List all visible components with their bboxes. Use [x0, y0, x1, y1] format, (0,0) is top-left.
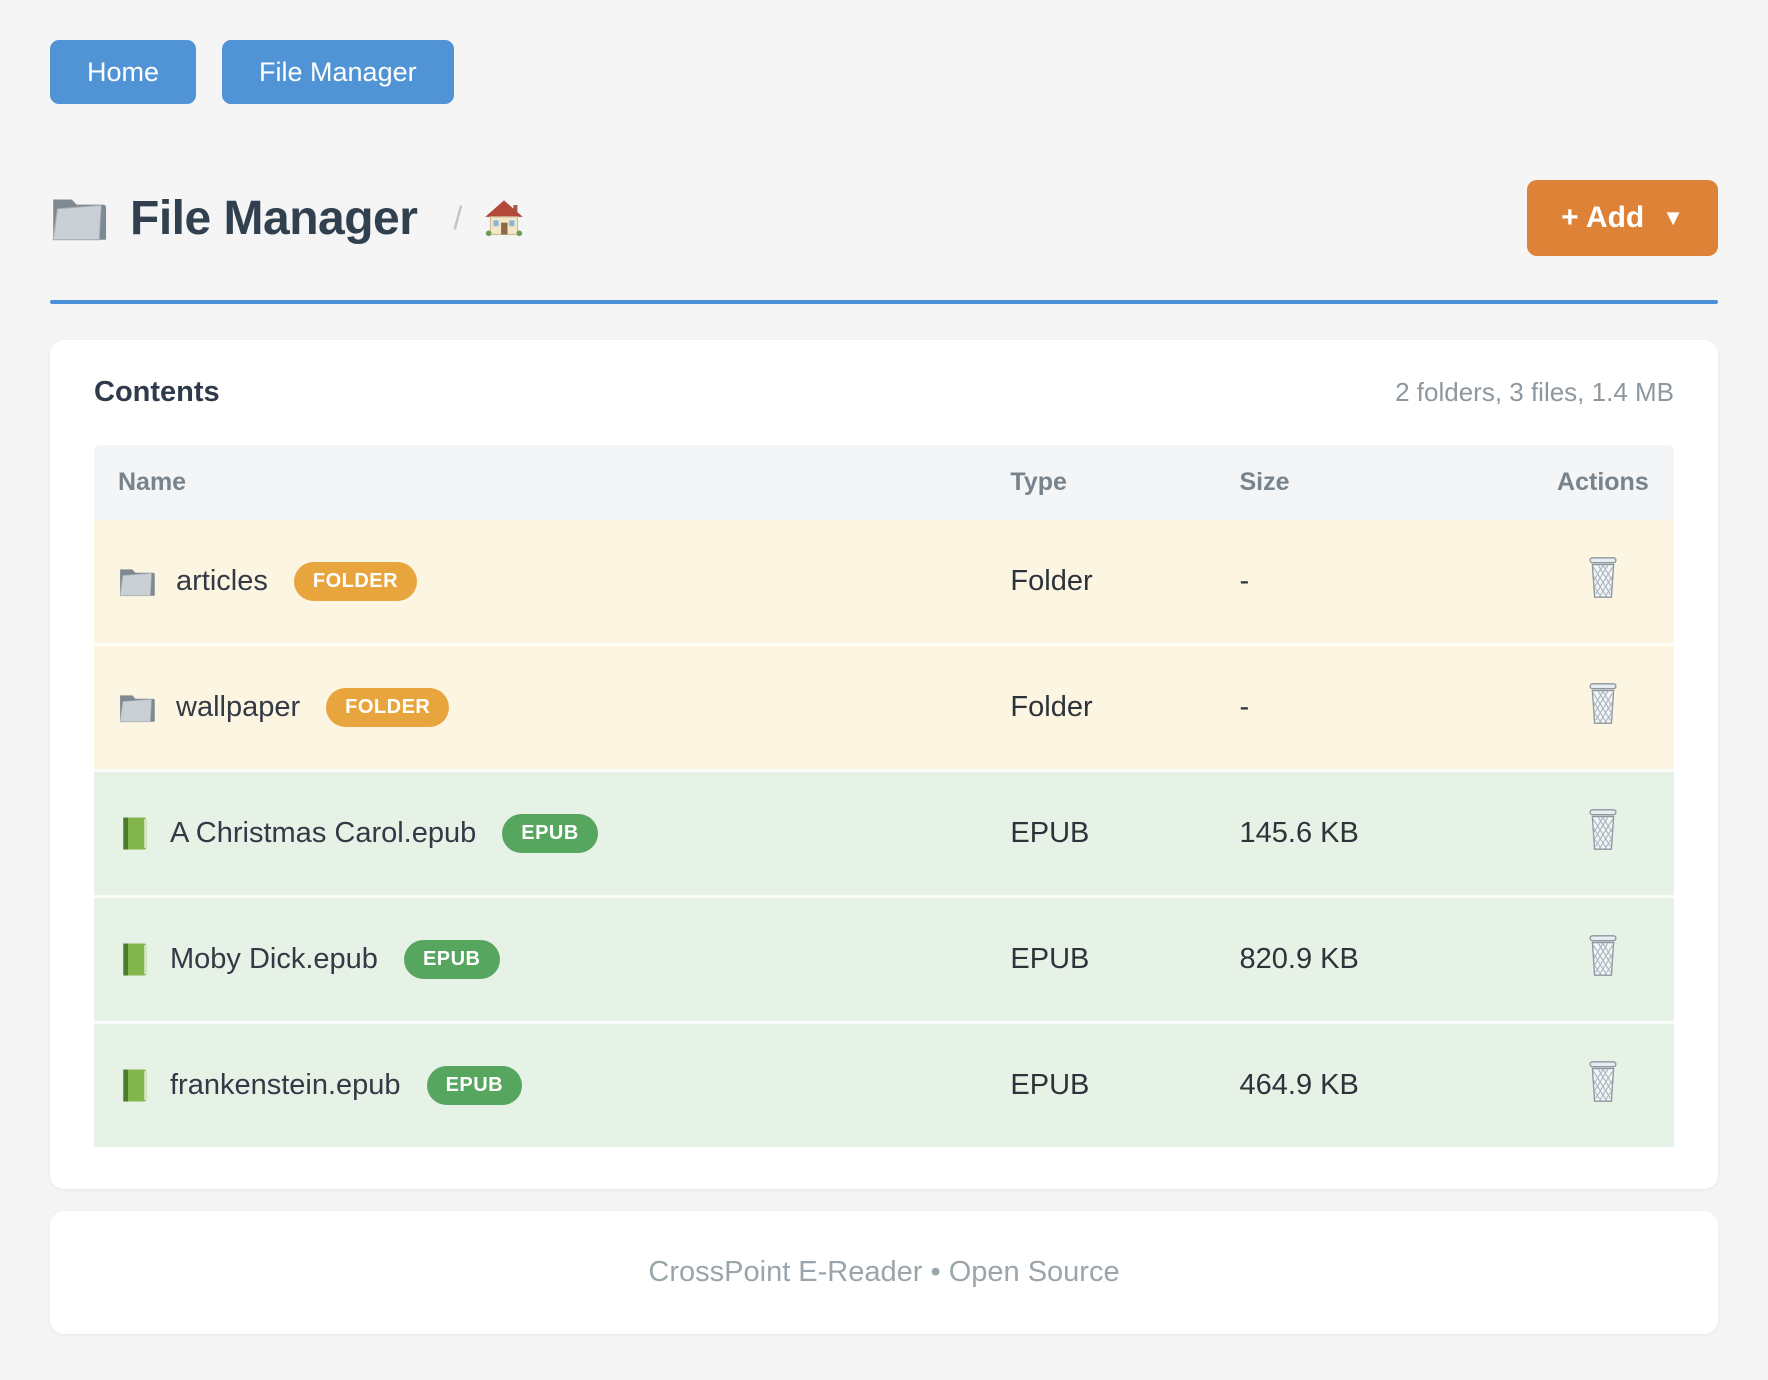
- type-badge: EPUB: [404, 940, 500, 979]
- add-button[interactable]: + Add ▼: [1527, 180, 1718, 256]
- trash-icon: [1584, 555, 1622, 600]
- type-badge: FOLDER: [326, 688, 449, 727]
- file-size: -: [1240, 643, 1532, 769]
- file-type: Folder: [1010, 643, 1239, 769]
- title-divider: [50, 300, 1718, 304]
- page: Home File Manager File Manager /: [0, 0, 1768, 1334]
- contents-summary: 2 folders, 3 files, 1.4 MB: [1395, 377, 1674, 408]
- file-size: 145.6 KB: [1240, 769, 1532, 895]
- title-group: File Manager /: [50, 191, 524, 246]
- book-icon: [118, 1067, 150, 1104]
- delete-button[interactable]: [1584, 807, 1622, 852]
- add-button-label: + Add: [1561, 201, 1644, 235]
- file-name-link[interactable]: Moby Dick.epub: [170, 943, 378, 976]
- top-nav: Home File Manager: [50, 40, 1718, 104]
- file-size: 464.9 KB: [1240, 1021, 1532, 1147]
- trash-icon: [1584, 1059, 1622, 1104]
- book-icon: [118, 815, 150, 852]
- table-row[interactable]: frankenstein.epub EPUB EPUB 464.9 KB: [94, 1021, 1674, 1147]
- book-icon: [118, 941, 150, 978]
- files-table: Name Type Size Actions articles FOLDER F: [94, 445, 1674, 1147]
- table-header-row: Name Type Size Actions: [94, 445, 1674, 520]
- file-size: 820.9 KB: [1240, 895, 1532, 1021]
- contents-card: Contents 2 folders, 3 files, 1.4 MB Name…: [50, 340, 1718, 1189]
- table-row[interactable]: A Christmas Carol.epub EPUB EPUB 145.6 K…: [94, 769, 1674, 895]
- file-name-link[interactable]: A Christmas Carol.epub: [170, 817, 476, 850]
- delete-button[interactable]: [1584, 1059, 1622, 1104]
- folder-icon: [118, 565, 156, 598]
- delete-button[interactable]: [1584, 933, 1622, 978]
- breadcrumb-separator: /: [453, 200, 462, 237]
- column-header-type: Type: [1010, 445, 1239, 520]
- file-size: -: [1240, 520, 1532, 643]
- file-name-link[interactable]: articles: [176, 565, 268, 598]
- column-header-name: Name: [94, 445, 1010, 520]
- type-badge: EPUB: [427, 1066, 523, 1105]
- table-row[interactable]: wallpaper FOLDER Folder -: [94, 643, 1674, 769]
- column-header-actions: Actions: [1532, 445, 1674, 520]
- trash-icon: [1584, 681, 1622, 726]
- delete-button[interactable]: [1584, 681, 1622, 726]
- footer-text: CrossPoint E-Reader • Open Source: [648, 1256, 1119, 1288]
- page-header: File Manager / + Add ▼: [50, 180, 1718, 256]
- file-type: EPUB: [1010, 769, 1239, 895]
- file-name-link[interactable]: frankenstein.epub: [170, 1069, 401, 1102]
- card-header: Contents 2 folders, 3 files, 1.4 MB: [94, 376, 1674, 409]
- file-type: EPUB: [1010, 1021, 1239, 1147]
- delete-button[interactable]: [1584, 555, 1622, 600]
- house-icon[interactable]: [484, 198, 524, 238]
- trash-icon: [1584, 807, 1622, 852]
- type-badge: EPUB: [502, 814, 598, 853]
- column-header-size: Size: [1240, 445, 1532, 520]
- trash-icon: [1584, 933, 1622, 978]
- file-type: EPUB: [1010, 895, 1239, 1021]
- table-row[interactable]: articles FOLDER Folder -: [94, 520, 1674, 643]
- card-title: Contents: [94, 376, 220, 409]
- chevron-down-icon: ▼: [1662, 205, 1684, 231]
- file-name-link[interactable]: wallpaper: [176, 691, 300, 724]
- page-title: File Manager: [130, 191, 417, 246]
- folder-icon: [118, 691, 156, 724]
- table-row[interactable]: Moby Dick.epub EPUB EPUB 820.9 KB: [94, 895, 1674, 1021]
- type-badge: FOLDER: [294, 562, 417, 601]
- home-button[interactable]: Home: [50, 40, 196, 104]
- footer: CrossPoint E-Reader • Open Source: [50, 1211, 1718, 1334]
- file-manager-button[interactable]: File Manager: [222, 40, 454, 104]
- folder-icon: [50, 193, 108, 243]
- file-type: Folder: [1010, 520, 1239, 643]
